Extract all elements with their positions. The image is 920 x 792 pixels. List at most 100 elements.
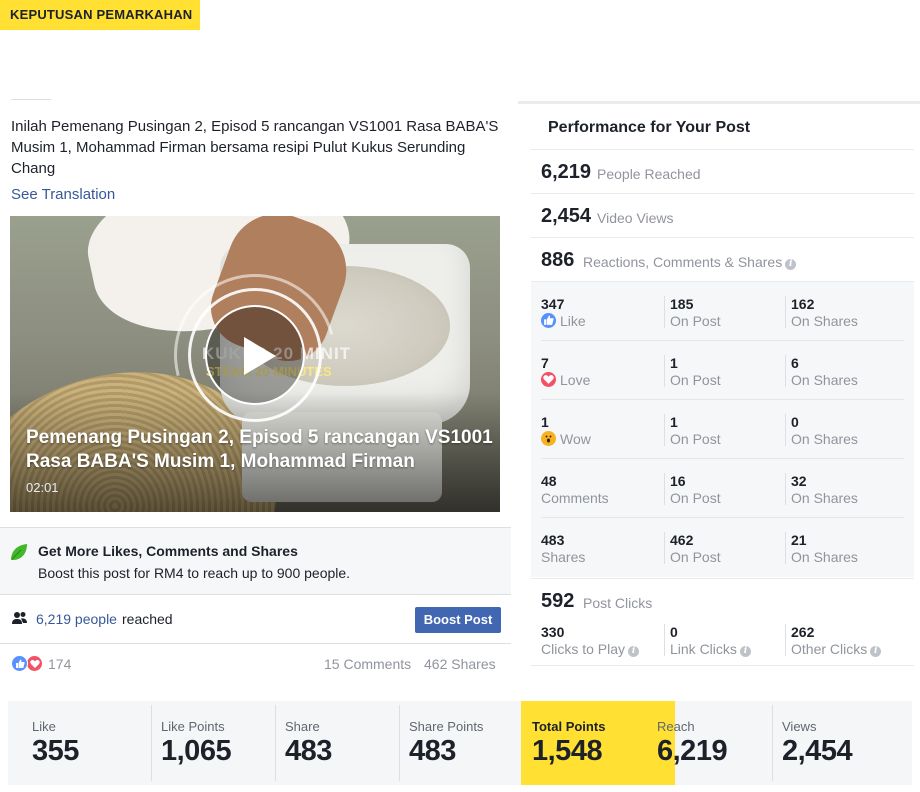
info-icon[interactable]: i	[739, 646, 751, 657]
section-banner: KEPUTUSAN PEMARKAHAN	[0, 0, 200, 30]
info-icon[interactable]: i	[870, 646, 882, 657]
column-divider	[664, 355, 665, 387]
stat-like-points: Like Points 1,065	[151, 701, 271, 785]
on-shares-value: 21	[791, 532, 807, 548]
shares-count-link[interactable]: 462 Shares	[424, 656, 496, 672]
post-clicks-label: Post Clicks	[583, 595, 653, 611]
people-reached-link[interactable]: 6,219 people	[36, 611, 117, 627]
link-clicks-text: Link Clicks	[670, 641, 737, 657]
stat-divider	[772, 705, 773, 781]
stat-divider	[275, 705, 276, 781]
video-views-number: 2,454	[541, 205, 592, 227]
breakdown-total-label: Like	[541, 313, 586, 329]
play-icon	[244, 337, 276, 375]
post-text: Inilah Pemenang Pusingan 2, Episod 5 ran…	[11, 118, 499, 177]
engagement-label: Reactions, Comments & Shares i	[583, 254, 797, 270]
column-divider	[664, 414, 665, 446]
on-shares-value: 0	[791, 414, 799, 430]
on-shares-label: On Shares	[791, 313, 858, 329]
people-reached-label: People Reached	[597, 166, 701, 182]
reaction-count[interactable]: 174	[48, 656, 71, 672]
stat-label: Total Points	[532, 719, 606, 734]
engagement-breakdown: 347 Like 185 On Post 162 On Shares 7 Lov…	[531, 281, 914, 577]
engagement-metric: 886 Reactions, Comments & Shares i	[531, 237, 914, 281]
stat-value: 1,548	[532, 735, 603, 767]
video-duration: 02:01	[26, 480, 59, 495]
breakdown-row-shares: 483 Shares 462 On Post 21 On Shares	[531, 518, 914, 577]
column-divider	[785, 414, 786, 446]
boost-promo: Get More Likes, Comments and Shares Boos…	[0, 527, 511, 595]
love-label: Love	[560, 372, 591, 388]
breakdown-total-value: 347	[541, 296, 565, 312]
info-icon[interactable]: i	[785, 259, 797, 270]
on-post-label: On Post	[670, 372, 721, 388]
column-divider	[785, 296, 786, 328]
on-shares-label: On Shares	[791, 549, 858, 565]
play-button[interactable]	[205, 305, 305, 405]
video-views-metric: 2,454 Video Views	[531, 193, 914, 237]
breakdown-total-label: Comments	[541, 490, 609, 506]
breakdown-row-comments: 48 Comments 16 On Post 32 On Shares	[531, 459, 914, 518]
stat-value: 483	[409, 735, 456, 767]
on-shares-value: 6	[791, 355, 799, 371]
clicks-to-play-label: Clicks to Play i	[541, 641, 640, 657]
post-clicks-metric: 592 Post Clicks	[531, 578, 914, 622]
wow-label: Wow	[560, 431, 591, 447]
column-divider	[664, 624, 665, 656]
on-post-label: On Post	[670, 490, 721, 506]
stat-value: 355	[32, 735, 79, 767]
column-divider	[785, 473, 786, 505]
other-clicks-value: 262	[791, 624, 815, 640]
on-post-value: 462	[670, 532, 694, 548]
stat-share: Share 483	[275, 701, 395, 785]
love-icon[interactable]	[26, 655, 43, 672]
breakdown-row-love: 7 Love 1 On Post 6 On Shares	[531, 341, 914, 400]
breakdown-total-value: 7	[541, 355, 549, 371]
stat-label: Like	[32, 719, 56, 734]
stat-divider	[399, 705, 400, 781]
stat-total-points: Total Points 1,548	[521, 701, 675, 785]
breakdown-row-wow: 1 Wow 1 On Post 0 On Shares	[531, 400, 914, 459]
stat-label: Share	[285, 719, 320, 734]
on-post-value: 1	[670, 414, 678, 430]
boost-post-button[interactable]: Boost Post	[415, 607, 501, 633]
comments-count-link[interactable]: 15 Comments	[324, 656, 411, 672]
stat-value: 2,454	[782, 735, 853, 767]
stat-label: Reach	[657, 719, 695, 734]
info-icon[interactable]: i	[628, 646, 640, 657]
column-divider	[664, 532, 665, 564]
breakdown-total-label: Love	[541, 372, 590, 388]
stat-value: 1,065	[161, 735, 232, 767]
stat-divider	[151, 705, 152, 781]
stat-reach: Reach 6,219	[657, 701, 767, 785]
other-clicks-text: Other Clicks	[791, 641, 868, 657]
boost-promo-title: Get More Likes, Comments and Shares	[38, 543, 298, 559]
love-icon	[541, 372, 556, 387]
breakdown-total-value: 483	[541, 532, 565, 548]
video-player[interactable]: KUKUS 20 MINIT STEAM 20 MINUTES Pemenang…	[10, 216, 500, 512]
breakdown-row-like: 347 Like 185 On Post 162 On Shares	[531, 282, 914, 341]
reach-row: 6,219 people reached Boost Post	[0, 596, 511, 644]
column-divider	[785, 532, 786, 564]
other-clicks-label: Other Clicks i	[791, 641, 882, 657]
video-views-label: Video Views	[597, 210, 674, 226]
reactions-row: 174 15 Comments 462 Shares	[0, 645, 511, 683]
on-shares-label: On Shares	[791, 490, 858, 506]
like-icon[interactable]	[11, 655, 28, 672]
see-translation-link[interactable]: See Translation	[11, 186, 115, 203]
engagement-label-text: Reactions, Comments & Shares	[583, 254, 783, 270]
clicks-to-play-text: Clicks to Play	[541, 641, 626, 657]
stat-value: 6,219	[657, 735, 728, 767]
on-shares-label: On Shares	[791, 431, 858, 447]
stat-label: Like Points	[161, 719, 225, 734]
performance-panel: Performance for Your Post 6,219 People R…	[518, 101, 920, 666]
like-icon	[541, 313, 556, 328]
stat-label: Views	[782, 719, 817, 734]
on-post-label: On Post	[670, 313, 721, 329]
column-divider	[664, 473, 665, 505]
scoring-stats-bar: Like 355 Like Points 1,065 Share 483 Sha…	[8, 701, 912, 785]
link-clicks-label: Link Clicks i	[670, 641, 751, 657]
video-title: Pemenang Pusingan 2, Episod 5 rancangan …	[26, 427, 493, 472]
performance-title: Performance for Your Post	[548, 119, 751, 136]
on-shares-value: 32	[791, 473, 807, 489]
